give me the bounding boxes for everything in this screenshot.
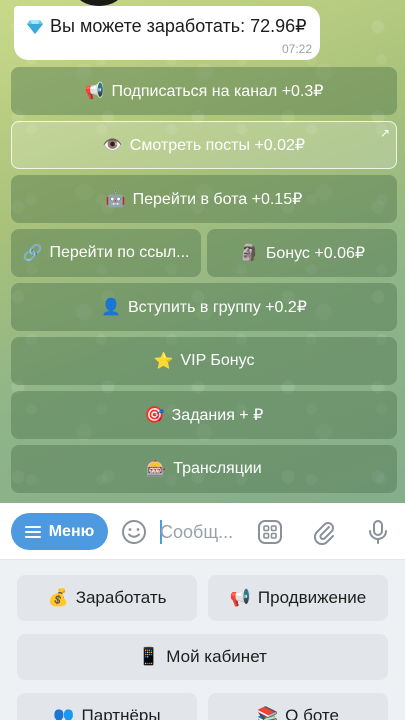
button-label: Перейти в бота +0.15₽ — [132, 191, 303, 208]
partners-button[interactable]: 👥 Партнёры — [17, 693, 197, 720]
reply-keyboard: 💰 Заработать 📢 Продвижение 📱 Мой кабинет… — [0, 561, 405, 720]
diamond-icon — [27, 19, 43, 34]
megaphone-icon: 📢 — [84, 83, 105, 100]
button-label: Вступить в группу +0.2₽ — [127, 299, 307, 316]
button-label: Трансляции — [173, 460, 262, 477]
broadcasts-button[interactable]: 🎰 Трансляции — [11, 445, 397, 493]
button-label: Бонус +0.06₽ — [265, 245, 366, 262]
menu-label: Меню — [48, 522, 95, 540]
button-label: VIP Бонус — [180, 352, 255, 369]
chat-area: Вы можете заработать: 72.96₽ 07:22 📢 Под… — [0, 0, 405, 503]
earn-button[interactable]: 💰 Заработать — [17, 575, 197, 621]
megaphone-icon: 📢 — [229, 588, 251, 607]
link-icon: 🔗 — [22, 245, 43, 262]
money-bag-icon: 💰 — [47, 588, 69, 607]
button-label: Заработать — [75, 588, 167, 607]
hamburger-icon — [24, 525, 41, 538]
robot-icon: 🤖 — [105, 191, 126, 208]
eye-icon: 👁️ — [102, 137, 123, 154]
message-time: 07:22 — [281, 42, 312, 56]
follow-link-button[interactable]: 🔗 Перейти по ссыл... — [11, 229, 201, 277]
vip-bonus-button[interactable]: ⭐ VIP Бонус — [11, 337, 397, 385]
button-label: Партнёры — [81, 706, 161, 720]
phone-icon: 📱 — [138, 647, 160, 666]
menu-button[interactable]: Меню — [11, 513, 108, 550]
message-bubble: Вы можете заработать: 72.96₽ 07:22 — [14, 6, 320, 60]
about-bot-button[interactable]: 📚 О боте — [208, 693, 388, 720]
bonus-button[interactable]: 🗿 Бонус +0.06₽ — [207, 229, 397, 277]
user-icon: 👤 — [101, 299, 121, 316]
my-cabinet-button[interactable]: 📱 Мой кабинет — [17, 634, 388, 680]
attach-icon[interactable] — [309, 517, 339, 547]
button-label: Подписаться на канал +0.3₽ — [111, 83, 324, 100]
join-group-button[interactable]: 👤 Вступить в группу +0.2₽ — [11, 283, 397, 331]
microphone-icon[interactable] — [363, 517, 393, 547]
button-label: Перейти по ссыл... — [49, 244, 190, 261]
people-icon: 👥 — [53, 706, 75, 720]
watch-posts-button[interactable]: 👁️ Смотреть посты +0.02₽ ↗ — [11, 121, 397, 169]
message-text: Вы можете заработать: 72.96₽ — [50, 16, 307, 36]
books-icon: 📚 — [257, 706, 279, 720]
star-icon: ⭐ — [153, 353, 174, 370]
moai-icon: 🗿 — [238, 245, 259, 262]
slot-machine-icon: 🎰 — [146, 461, 167, 478]
button-label: Задания + ₽ — [171, 407, 264, 424]
external-arrow-icon: ↗ — [379, 126, 390, 140]
bot-keyboard-icon[interactable] — [255, 517, 285, 547]
button-label: Продвижение — [257, 588, 367, 607]
button-label: Мой кабинет — [166, 647, 267, 666]
message-input-bar: Меню — [0, 503, 405, 560]
button-label: О боте — [285, 706, 339, 720]
emoji-icon[interactable] — [119, 517, 149, 547]
message-input[interactable] — [160, 517, 245, 547]
button-label: Смотреть посты +0.02₽ — [129, 137, 306, 154]
tasks-button[interactable]: 🎯 Задания + ₽ — [11, 391, 397, 439]
promotion-button[interactable]: 📢 Продвижение — [208, 575, 388, 621]
go-to-bot-button[interactable]: 🤖 Перейти в бота +0.15₽ — [11, 175, 397, 223]
target-icon: 🎯 — [144, 407, 165, 424]
subscribe-channel-button[interactable]: 📢 Подписаться на канал +0.3₽ — [11, 67, 397, 115]
